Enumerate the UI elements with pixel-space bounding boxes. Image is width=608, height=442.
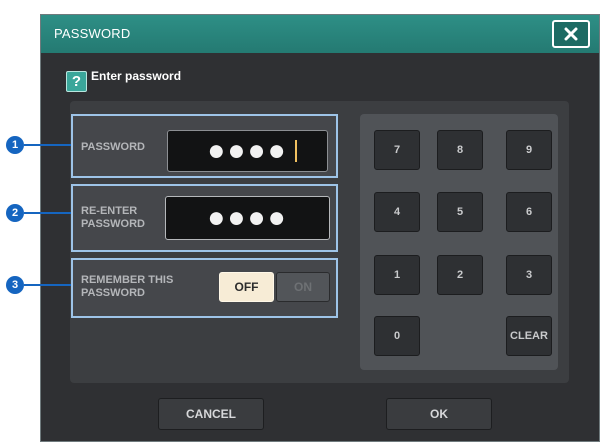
key-5[interactable]: 5 xyxy=(437,192,483,232)
remember-password-group: REMEMBER THIS PASSWORD OFF ON xyxy=(71,258,338,318)
remember-off-button[interactable]: OFF xyxy=(219,272,274,302)
password-field-group: PASSWORD ●●●● xyxy=(71,114,338,178)
reenter-label: RE-ENTER PASSWORD xyxy=(81,205,145,230)
ok-button[interactable]: OK xyxy=(386,398,492,430)
key-2[interactable]: 2 xyxy=(437,255,483,295)
key-7[interactable]: 7 xyxy=(374,130,420,170)
password-label: PASSWORD xyxy=(81,141,145,153)
key-8[interactable]: 8 xyxy=(437,130,483,170)
key-6[interactable]: 6 xyxy=(506,192,552,232)
close-button[interactable] xyxy=(552,20,590,48)
header-text: Enter password xyxy=(91,69,182,83)
remember-on-button[interactable]: ON xyxy=(276,272,330,302)
cancel-button[interactable]: CANCEL xyxy=(158,398,264,430)
key-3[interactable]: 3 xyxy=(506,255,552,295)
key-1[interactable]: 1 xyxy=(374,255,420,295)
title-bar: PASSWORD xyxy=(41,15,599,53)
callout-2: 2 xyxy=(6,204,24,222)
remember-label: REMEMBER THIS PASSWORD xyxy=(81,274,174,299)
password-dialog: PASSWORD ? Enter password PASSWORD ●●●● … xyxy=(40,14,600,442)
callout-3-line xyxy=(24,284,71,286)
reenter-password-input[interactable]: ●●●● xyxy=(165,196,330,240)
callout-3: 3 xyxy=(6,276,24,294)
password-panel: PASSWORD ●●●● RE-ENTER PASSWORD ●●●● REM… xyxy=(70,101,569,383)
password-masked-value: ●●●● xyxy=(207,134,288,167)
help-icon: ? xyxy=(66,71,87,92)
dialog-title: PASSWORD xyxy=(54,26,131,41)
callout-1: 1 xyxy=(6,136,24,154)
password-input[interactable]: ●●●● xyxy=(167,130,328,172)
reenter-field-group: RE-ENTER PASSWORD ●●●● xyxy=(71,184,338,252)
key-0[interactable]: 0 xyxy=(374,316,420,356)
key-9[interactable]: 9 xyxy=(506,130,552,170)
numeric-keypad: 7 8 9 4 5 6 1 2 3 0 CLEAR xyxy=(360,114,558,370)
key-clear[interactable]: CLEAR xyxy=(506,316,552,356)
close-icon xyxy=(564,27,578,41)
key-4[interactable]: 4 xyxy=(374,192,420,232)
callout-2-line xyxy=(24,212,71,214)
callout-1-line xyxy=(24,144,71,146)
text-cursor xyxy=(295,140,297,162)
reenter-masked-value: ●●●● xyxy=(207,201,288,234)
